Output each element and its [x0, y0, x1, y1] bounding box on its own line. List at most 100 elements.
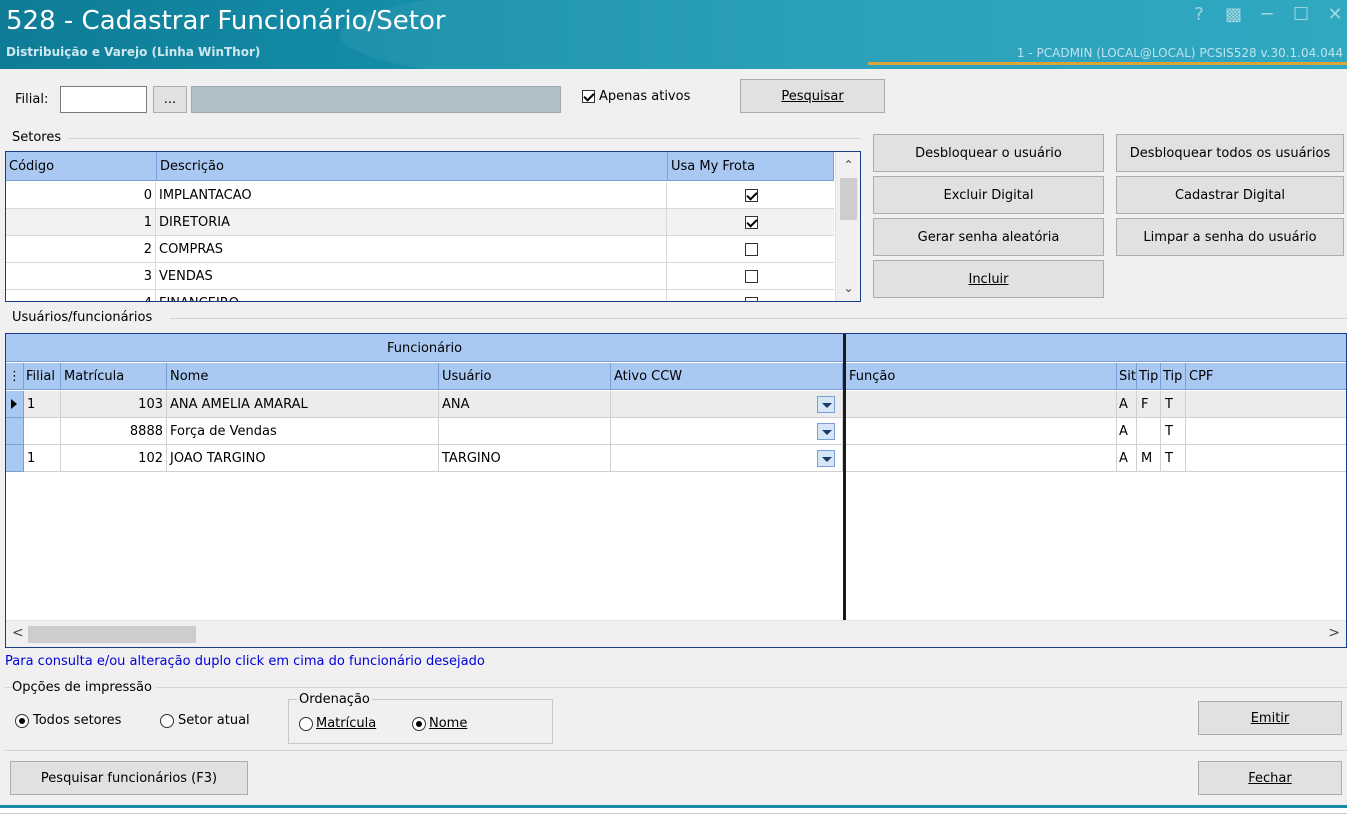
- ordenacao-matricula-radio[interactable]: Matrícula: [299, 716, 376, 731]
- col-tipo-2[interactable]: Tip: [1161, 363, 1186, 390]
- func-situacao: A: [1117, 391, 1137, 418]
- ordenacao-nome-radio[interactable]: Nome: [412, 716, 467, 731]
- func-nome: ANA AMELIA AMARAL: [167, 391, 439, 418]
- func-filial: [24, 418, 61, 445]
- fixed-column-splitter[interactable]: [843, 334, 846, 621]
- funcionarios-grid[interactable]: Funcionário ⋮ Filial Matrícula Nome Usuá…: [5, 333, 1347, 648]
- scroll-up-icon[interactable]: ⌃: [836, 158, 860, 172]
- footer-divider: [5, 750, 1347, 751]
- limpar-senha-button[interactable]: Limpar a senha do usuário: [1116, 218, 1344, 256]
- window-titlebar: 528 - Cadastrar Funcionário/Setor Distri…: [0, 0, 1347, 69]
- func-tipo-2: T: [1161, 418, 1186, 445]
- scroll-thumb[interactable]: [28, 626, 196, 643]
- session-info: 1 - PCADMIN (LOCAL@LOCAL) PCSIS528 v.30.…: [1016, 46, 1343, 60]
- setor-usa-my-frota: [668, 236, 834, 263]
- col-tipo-1[interactable]: Tip: [1137, 363, 1161, 390]
- col-nome[interactable]: Nome: [167, 363, 439, 390]
- funcionarios-horizontal-scrollbar[interactable]: < >: [6, 620, 1346, 647]
- func-ativo-ccw[interactable]: [611, 391, 843, 418]
- setor-usa-my-frota: [668, 182, 834, 209]
- apenas-ativos-checkbox[interactable]: Apenas ativos: [582, 89, 690, 104]
- excluir-digital-button[interactable]: Excluir Digital: [873, 176, 1104, 214]
- filial-lookup-button[interactable]: ...: [153, 86, 187, 113]
- gerar-senha-button[interactable]: Gerar senha aleatória: [873, 218, 1104, 256]
- impressao-top-line: [5, 687, 1347, 688]
- maximize-icon[interactable]: ☐: [1293, 4, 1309, 25]
- ordenacao-nome-label: Nome: [429, 716, 468, 731]
- funcionario-row[interactable]: 1 103 ANA AMELIA AMARAL ANA A F T: [6, 391, 1346, 418]
- status-bar-panel: [0, 813, 1347, 833]
- funcionario-row[interactable]: 1 102 JOAO TARGINO TARGINO A M T: [6, 445, 1346, 472]
- col-codigo[interactable]: Código: [6, 152, 157, 181]
- func-nome: Força de Vendas: [167, 418, 439, 445]
- setor-row[interactable]: 0 IMPLANTACAO: [6, 182, 834, 209]
- impressao-group-label: Opções de impressão: [12, 680, 156, 695]
- setor-atual-radio[interactable]: Setor atual: [160, 713, 250, 728]
- incluir-button[interactable]: Incluir: [873, 260, 1104, 298]
- setores-grid[interactable]: Código Descrição Usa My Frota 0 IMPLANTA…: [5, 151, 861, 302]
- filial-label: Filial:: [15, 92, 49, 107]
- limpar-senha-label: Limpar a senha do usuário: [1143, 229, 1317, 245]
- col-funcao[interactable]: Função: [846, 363, 1117, 390]
- scroll-down-icon[interactable]: ⌄: [836, 281, 860, 295]
- desbloquear-todos-button[interactable]: Desbloquear todos os usuários: [1116, 134, 1344, 172]
- scroll-right-icon[interactable]: >: [1328, 625, 1340, 641]
- setor-row[interactable]: 4 FINANCEIRO: [6, 290, 834, 301]
- setor-codigo: 2: [6, 236, 156, 263]
- emitir-button[interactable]: Emitir: [1198, 701, 1342, 735]
- pesquisar-funcionarios-button[interactable]: Pesquisar funcionários (F3): [10, 761, 248, 795]
- column-chooser-icon[interactable]: ⋮: [6, 363, 24, 390]
- setor-row[interactable]: 2 COMPRAS: [6, 236, 834, 263]
- funcionarios-group-line: [170, 318, 1347, 319]
- usa-my-frota-checkbox[interactable]: [744, 297, 758, 301]
- col-cpf[interactable]: CPF: [1186, 363, 1346, 390]
- usa-my-frota-checkbox[interactable]: [744, 243, 758, 256]
- func-nome: JOAO TARGINO: [167, 445, 439, 472]
- ativo-ccw-dropdown-icon[interactable]: [817, 396, 835, 413]
- setor-row[interactable]: 1 DIRETORIA: [6, 209, 834, 236]
- func-filial: 1: [24, 445, 61, 472]
- setor-descricao: FINANCEIRO: [157, 290, 667, 301]
- ativo-ccw-dropdown-icon[interactable]: [817, 423, 835, 440]
- nome-radio-icon[interactable]: [412, 716, 426, 731]
- cadastrar-digital-button[interactable]: Cadastrar Digital: [1116, 176, 1344, 214]
- func-ativo-ccw[interactable]: [611, 445, 843, 472]
- func-tipo-1: [1137, 418, 1161, 445]
- col-descricao[interactable]: Descrição: [157, 152, 668, 181]
- funcionario-row[interactable]: 8888 Força de Vendas A T: [6, 418, 1346, 445]
- func-matricula: 102: [61, 445, 167, 472]
- usa-my-frota-checkbox[interactable]: [744, 270, 758, 283]
- func-situacao: A: [1117, 445, 1137, 472]
- func-situacao: A: [1117, 418, 1137, 445]
- scroll-left-icon[interactable]: <: [12, 625, 24, 641]
- fechar-button[interactable]: Fechar: [1198, 761, 1342, 795]
- setor-descricao: COMPRAS: [157, 236, 667, 263]
- setor-descricao: DIRETORIA: [157, 209, 667, 236]
- ativo-ccw-dropdown-icon[interactable]: [817, 450, 835, 467]
- usa-my-frota-checkbox[interactable]: [744, 216, 758, 229]
- setor-row[interactable]: 3 VENDAS: [6, 263, 834, 290]
- row-indicator: [6, 445, 24, 472]
- apenas-ativos-check-icon[interactable]: [582, 90, 595, 103]
- col-usuario[interactable]: Usuário: [439, 363, 611, 390]
- setor-atual-radio-icon[interactable]: [160, 713, 174, 728]
- func-ativo-ccw[interactable]: [611, 418, 843, 445]
- pesquisar-button[interactable]: Pesquisar: [740, 79, 885, 113]
- matricula-radio-icon[interactable]: [299, 716, 313, 731]
- scroll-thumb[interactable]: [840, 178, 857, 220]
- desbloquear-usuario-button[interactable]: Desbloquear o usuário: [873, 134, 1104, 172]
- usa-my-frota-checkbox[interactable]: [744, 189, 758, 202]
- col-filial[interactable]: Filial: [24, 363, 61, 390]
- help-icon[interactable]: ?: [1191, 4, 1207, 25]
- col-usa-my-frota[interactable]: Usa My Frota: [668, 152, 834, 181]
- todos-setores-radio-icon[interactable]: [15, 713, 29, 728]
- col-matricula[interactable]: Matrícula: [61, 363, 167, 390]
- close-icon[interactable]: ✕: [1327, 4, 1343, 25]
- todos-setores-radio[interactable]: Todos setores: [15, 713, 121, 728]
- filial-code-input[interactable]: [60, 86, 147, 113]
- col-situacao[interactable]: Situ: [1117, 363, 1137, 390]
- col-ativo-ccw[interactable]: Ativo CCW: [611, 363, 843, 390]
- minimize-icon[interactable]: ─: [1259, 4, 1275, 25]
- setores-vertical-scrollbar[interactable]: ⌃ ⌄: [835, 152, 860, 301]
- restore-icon[interactable]: ▩: [1225, 4, 1242, 25]
